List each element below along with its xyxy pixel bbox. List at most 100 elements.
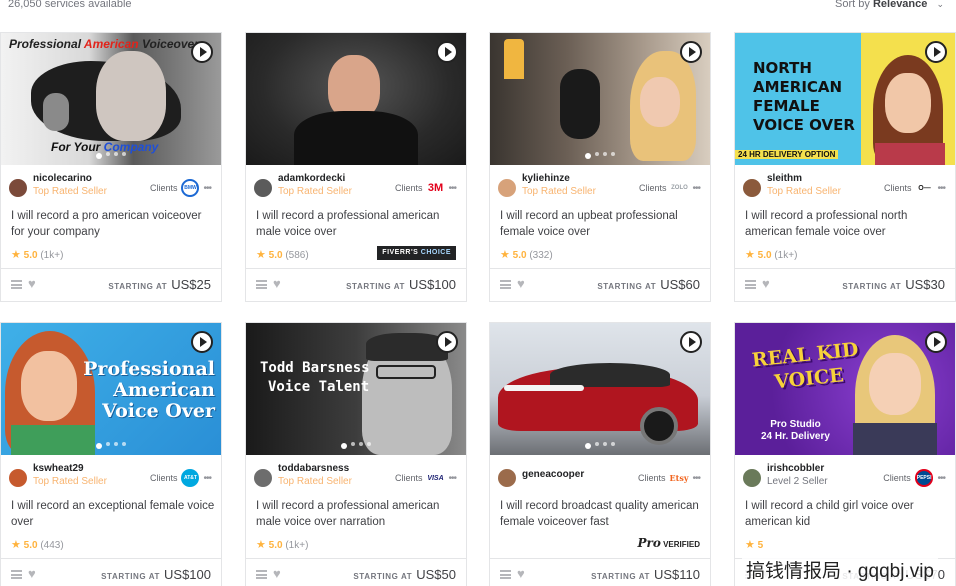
gig-thumbnail[interactable]: NORTH AMERICAN FEMALE VOICE OVER 24 HR D… [735, 33, 955, 165]
list-icon[interactable] [256, 570, 267, 579]
avatar[interactable] [743, 179, 761, 197]
heart-icon[interactable]: ♥ [517, 276, 525, 291]
carousel-dots[interactable] [1, 152, 221, 159]
gig-rating: ★ 5.0 (1k+) [745, 249, 798, 261]
list-icon[interactable] [745, 280, 756, 289]
list-icon[interactable] [500, 280, 511, 289]
gig-title[interactable]: I will record a professional north ameri… [745, 208, 949, 240]
avatar[interactable] [9, 179, 27, 197]
seller-name[interactable]: geneacooper [522, 469, 584, 480]
overlay-text: NORTH [753, 59, 812, 77]
gig-card[interactable]: Professional American Voice Over kswheat… [0, 322, 222, 586]
overlay-text: Professional [9, 37, 84, 51]
star-icon: ★ [745, 249, 755, 261]
seller-name[interactable]: adamkordecki [278, 173, 345, 184]
play-icon[interactable] [925, 41, 947, 63]
avatar[interactable] [498, 179, 516, 197]
gig-title[interactable]: I will record a pro american voiceover f… [11, 208, 215, 240]
seller-level: Top Rated Seller [33, 186, 107, 197]
heart-icon[interactable]: ♥ [517, 566, 525, 581]
heart-icon[interactable]: ♥ [28, 276, 36, 291]
gig-title[interactable]: I will record an exceptional female voic… [11, 498, 215, 530]
overlay-text: American [113, 379, 215, 401]
gig-price[interactable]: STARTING AT US$110 [591, 567, 700, 582]
gig-price[interactable]: STARTING AT US$100 [101, 567, 211, 582]
avatar[interactable] [254, 469, 272, 487]
gig-price[interactable]: STARTING AT US$25 [108, 277, 211, 292]
gig-thumbnail[interactable]: Todd Barsness Voice Talent [246, 323, 466, 455]
avatar[interactable] [9, 469, 27, 487]
gig-card[interactable]: Professional American Voiceover For Your… [0, 32, 222, 302]
seller-level: Top Rated Seller [522, 186, 596, 197]
more-options-icon[interactable]: ••• [937, 183, 945, 194]
seller-name[interactable]: nicolecarino [33, 173, 92, 184]
play-icon[interactable] [191, 331, 213, 353]
seller-name[interactable]: toddabarsness [278, 463, 349, 474]
card-footer: ♥ STARTING AT US$110 [490, 558, 710, 586]
carousel-dots[interactable] [490, 442, 710, 449]
client-logo-icon: AT&T [181, 469, 200, 487]
overlay-text: Voice Talent [268, 379, 370, 395]
play-icon[interactable] [680, 41, 702, 63]
carousel-dots[interactable] [1, 442, 221, 449]
carousel-dots[interactable] [490, 152, 710, 159]
seller-name[interactable]: kswheat29 [33, 463, 84, 474]
gig-card[interactable]: kyliehinze Top Rated Seller Clients ZOLO… [489, 32, 711, 302]
gig-thumbnail[interactable]: Professional American Voice Over [1, 323, 221, 455]
pro-verified-badge: Pro VERIFIED [637, 536, 701, 550]
avatar[interactable] [743, 469, 761, 487]
client-logo-icon: ZOLO [671, 185, 688, 191]
list-icon[interactable] [256, 280, 267, 289]
gig-card[interactable]: adamkordecki Top Rated Seller Clients 3M… [245, 32, 467, 302]
more-options-icon[interactable]: ••• [203, 473, 211, 484]
sort-dropdown[interactable]: Sort by Relevance ⌄ [835, 0, 944, 10]
gig-price[interactable]: STARTING AT US$100 [346, 277, 456, 292]
carousel-dots[interactable] [246, 442, 466, 449]
list-icon[interactable] [500, 570, 511, 579]
client-logo-icon: O— [918, 184, 931, 192]
gig-title[interactable]: I will record a professional american ma… [256, 208, 460, 240]
avatar[interactable] [254, 179, 272, 197]
more-options-icon[interactable]: ••• [448, 183, 456, 194]
gig-card[interactable]: geneacooper Clients Etsy ••• I will reco… [489, 322, 711, 586]
gig-thumbnail[interactable] [490, 323, 710, 455]
heart-icon[interactable]: ♥ [273, 276, 281, 291]
list-icon[interactable] [11, 570, 22, 579]
list-icon[interactable] [11, 280, 22, 289]
heart-icon[interactable]: ♥ [762, 276, 770, 291]
avatar[interactable] [498, 469, 516, 487]
heart-icon[interactable]: ♥ [273, 566, 281, 581]
gig-price[interactable]: STARTING AT US$60 [597, 277, 700, 292]
card-footer: ♥ STARTING AT US$100 [246, 268, 466, 301]
gig-card[interactable]: NORTH AMERICAN FEMALE VOICE OVER 24 HR D… [734, 32, 956, 302]
gig-thumbnail[interactable] [246, 33, 466, 165]
seller-name[interactable]: irishcobbler [767, 463, 824, 474]
more-options-icon[interactable]: ••• [692, 183, 700, 194]
seller-name[interactable]: sleithm [767, 173, 802, 184]
play-icon[interactable] [191, 41, 213, 63]
gig-card[interactable]: REAL KID VOICE Pro Studio 24 Hr. Deliver… [734, 322, 956, 586]
more-options-icon[interactable]: ••• [448, 473, 456, 484]
gig-title[interactable]: I will record a child girl voice over am… [745, 498, 949, 530]
more-options-icon[interactable]: ••• [937, 473, 945, 484]
play-icon[interactable] [925, 331, 947, 353]
client-logo-icon: PEPSI [914, 469, 934, 487]
gig-title[interactable]: I will record an upbeat professional fem… [500, 208, 704, 240]
play-icon[interactable] [436, 331, 458, 353]
card-footer: ♥ STARTING AT US$25 [1, 268, 221, 301]
gig-title[interactable]: I will record broadcast quality american… [500, 498, 704, 530]
seller-name[interactable]: kyliehinze [522, 173, 570, 184]
overlay-text: Todd Barsness [260, 360, 370, 376]
gig-thumbnail[interactable]: Professional American Voiceover For Your… [1, 33, 221, 165]
play-icon[interactable] [680, 331, 702, 353]
gig-card[interactable]: Todd Barsness Voice Talent toddabarsness… [245, 322, 467, 586]
gig-price[interactable]: STARTING AT US$30 [842, 277, 945, 292]
gig-price[interactable]: STARTING AT US$50 [353, 567, 456, 582]
more-options-icon[interactable]: ••• [692, 473, 700, 484]
heart-icon[interactable]: ♥ [28, 566, 36, 581]
play-icon[interactable] [436, 41, 458, 63]
more-options-icon[interactable]: ••• [203, 183, 211, 194]
gig-title[interactable]: I will record a professional american ma… [256, 498, 460, 530]
gig-thumbnail[interactable]: REAL KID VOICE Pro Studio 24 Hr. Deliver… [735, 323, 955, 455]
gig-thumbnail[interactable] [490, 33, 710, 165]
